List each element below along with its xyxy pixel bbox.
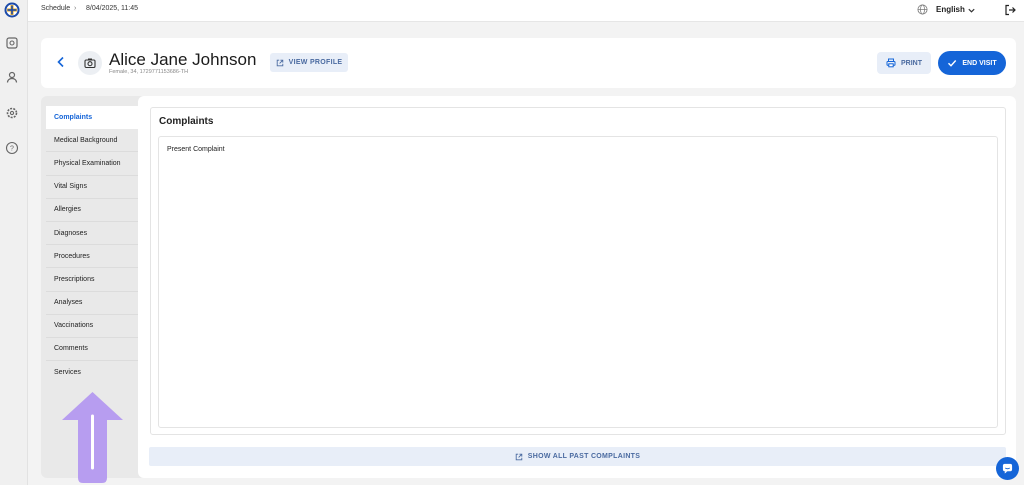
breadcrumb-schedule-link[interactable]: Schedule — [41, 5, 70, 12]
globe-icon — [917, 4, 928, 15]
avatar[interactable] — [78, 51, 102, 75]
end-visit-button[interactable]: END VISIT — [938, 51, 1006, 75]
sidebar-item-services[interactable]: Services — [46, 361, 138, 384]
back-arrow-icon[interactable] — [55, 56, 67, 68]
complaints-content: Complaints Present Complaint SHOW ALL PA… — [138, 96, 1016, 478]
visit-body: Complaints Medical Background Physical E… — [41, 96, 1016, 478]
checkmark-icon — [948, 60, 957, 67]
sidebar-item-physical-examination[interactable]: Physical Examination — [46, 152, 138, 176]
complaints-title: Complaints — [159, 116, 214, 127]
settings-icon[interactable] — [5, 106, 19, 120]
show-all-past-complaints-button[interactable]: SHOW ALL PAST COMPLAINTS — [149, 447, 1006, 466]
patient-details: Female, 34, 1729771153686-TH — [109, 69, 189, 75]
camera-icon — [84, 58, 96, 69]
top-bar: Schedule › 8/04/2025, 11:45 English — [28, 0, 1024, 22]
sidebar-item-vital-signs[interactable]: Vital Signs — [46, 176, 138, 199]
chat-button[interactable] — [996, 457, 1019, 480]
print-button[interactable]: PRINT — [877, 52, 931, 74]
svg-text:?: ? — [10, 146, 14, 153]
left-rail: ? — [0, 0, 28, 485]
view-profile-label: VIEW PROFILE — [288, 59, 343, 66]
sidebar-item-medical-background[interactable]: Medical Background — [46, 129, 138, 153]
section-sidebar: Complaints Medical Background Physical E… — [46, 106, 138, 384]
sidebar-item-allergies[interactable]: Allergies — [46, 199, 138, 222]
complaints-panel: Complaints Present Complaint — [150, 107, 1006, 435]
sidebar-item-analyses[interactable]: Analyses — [46, 292, 138, 315]
patient-header: Alice Jane Johnson Female, 34, 172977115… — [41, 38, 1016, 88]
help-icon[interactable]: ? — [5, 141, 19, 155]
external-link-icon — [515, 453, 523, 460]
user-icon[interactable] — [5, 70, 19, 84]
logo-icon[interactable] — [4, 2, 20, 18]
patient-name: Alice Jane Johnson — [109, 50, 257, 69]
calendar-icon[interactable] — [5, 36, 19, 50]
printer-icon — [886, 58, 896, 68]
sidebar-item-procedures[interactable]: Procedures — [46, 245, 138, 269]
sidebar-item-complaints[interactable]: Complaints — [46, 106, 138, 130]
annotation-arrow-icon — [62, 392, 123, 483]
breadcrumb-separator: › — [74, 5, 77, 12]
sidebar-item-diagnoses[interactable]: Diagnoses — [46, 222, 138, 246]
logout-icon[interactable] — [1004, 4, 1016, 16]
external-link-icon — [276, 59, 283, 66]
present-complaint-label: Present Complaint — [167, 146, 225, 153]
chevron-down-icon[interactable] — [967, 6, 976, 15]
show-all-label: SHOW ALL PAST COMPLAINTS — [527, 453, 641, 460]
breadcrumb-current: 8/04/2025, 11:45 — [86, 5, 139, 12]
sidebar-item-prescriptions[interactable]: Prescriptions — [46, 268, 138, 292]
view-profile-button[interactable]: VIEW PROFILE — [270, 53, 348, 72]
sidebar-item-vaccinations[interactable]: Vaccinations — [46, 315, 138, 338]
language-selector[interactable]: English — [936, 5, 965, 14]
end-visit-label: END VISIT — [962, 59, 997, 67]
chat-icon — [1002, 463, 1013, 474]
present-complaint-field[interactable]: Present Complaint — [158, 136, 998, 428]
sidebar-item-comments[interactable]: Comments — [46, 338, 138, 362]
print-label: PRINT — [901, 59, 922, 67]
